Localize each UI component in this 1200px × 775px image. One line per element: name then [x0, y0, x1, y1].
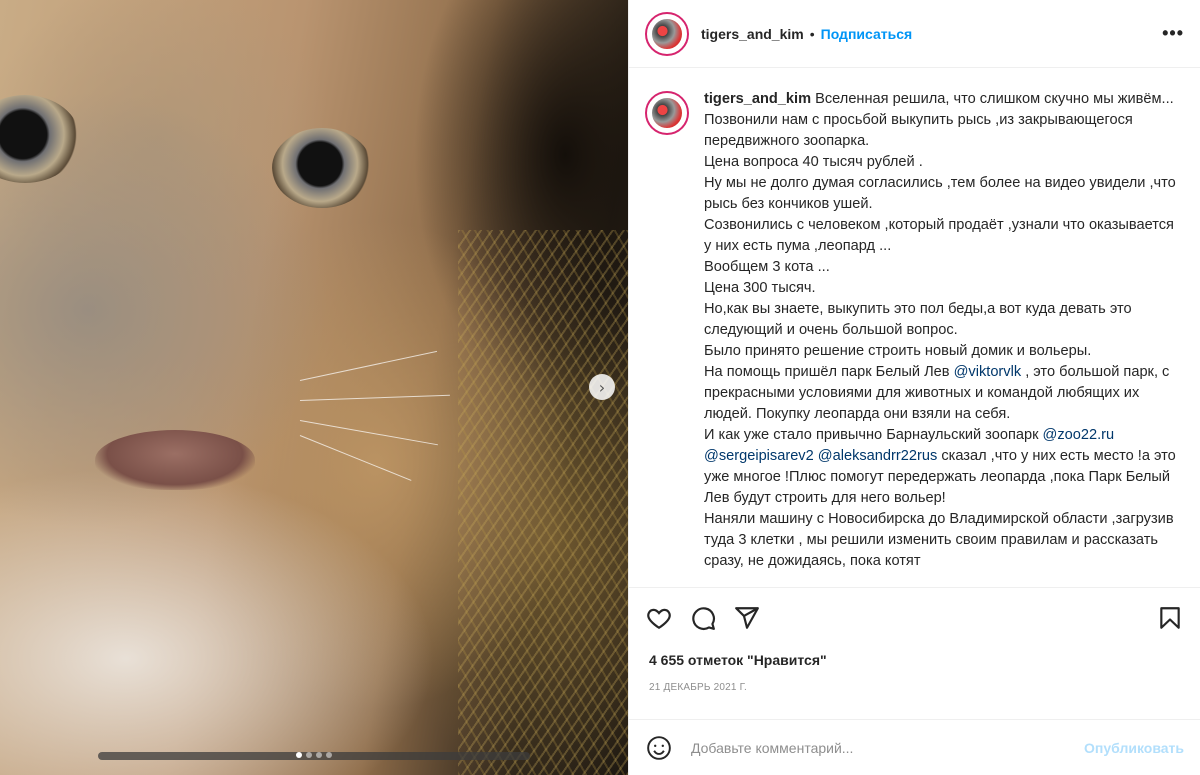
caption-line: Наняли машину с Новосибирска до Владимир…	[704, 511, 1174, 569]
cat-nose	[95, 430, 255, 490]
emoji-button[interactable]	[645, 734, 673, 762]
caption-line: Было принято решение строить новый домик…	[704, 343, 1092, 359]
comment-bar: Опубликовать	[629, 719, 1200, 775]
avatar-image	[650, 96, 684, 130]
mention-link[interactable]: @viktorvlk	[954, 364, 1022, 380]
post-header: tigers_and_kim • Подписаться •••	[629, 0, 1200, 68]
save-button[interactable]	[1156, 604, 1184, 632]
mention-link[interactable]: @zoo22.ru	[1043, 427, 1115, 443]
caption-line: Цена 300 тысяч.	[704, 280, 816, 296]
post-side-panel: tigers_and_kim • Подписаться ••• tigers_…	[628, 0, 1200, 775]
heart-icon	[647, 608, 671, 630]
like-button[interactable]	[645, 604, 673, 632]
carousel-dot	[316, 752, 322, 758]
caption-text-fragment: И как уже стало привычно Барнаульский зо…	[704, 427, 1043, 443]
caption-line: Ну мы не долго думая согласились ,тем бо…	[704, 175, 1176, 212]
post-date[interactable]: 21 декабрь 2021 г.	[629, 682, 1200, 693]
caption-park-line: На помощь пришёл парк Белый Лев @viktorv…	[704, 362, 1184, 425]
bookmark-icon	[1160, 607, 1180, 629]
whisker	[299, 350, 438, 381]
comment-icon	[692, 607, 715, 630]
chevron-right-icon: ›	[598, 377, 606, 397]
caption-avatar[interactable]	[645, 91, 689, 135]
whisker	[299, 394, 450, 401]
avatar[interactable]	[645, 11, 689, 56]
caption-section: tigers_and_kim Вселенная решила, что сли…	[629, 69, 1200, 587]
likes-count[interactable]: 4 655 отметок "Нравится"	[629, 652, 1200, 668]
caption-line: Вообщем 3 кота ...	[704, 259, 830, 275]
publish-button[interactable]: Опубликовать	[1084, 740, 1184, 756]
follow-button[interactable]: Подписаться	[821, 26, 913, 42]
emoji-icon	[647, 735, 671, 760]
comment-button[interactable]	[689, 604, 717, 632]
whisker	[299, 420, 438, 446]
more-options-icon[interactable]: •••	[1162, 23, 1184, 44]
post-actions-area: 4 655 отметок "Нравится" 21 декабрь 2021…	[629, 587, 1200, 693]
post-photo[interactable]: ›	[0, 0, 628, 775]
caption-text-fragment: На помощь пришёл парк Белый Лев	[704, 364, 954, 380]
action-bar	[629, 588, 1200, 648]
whisker	[299, 435, 412, 481]
share-icon	[735, 607, 759, 629]
caption-username[interactable]: tigers_and_kim	[704, 91, 811, 107]
carousel-dot	[326, 752, 332, 758]
header-separator: •	[809, 25, 815, 42]
mention-link[interactable]: @sergeipisarev2	[704, 448, 814, 464]
avatar-image	[650, 16, 684, 51]
mention-link[interactable]: @aleksandrr22rus	[818, 448, 937, 464]
caption-line: Созвонились с человеком ,который продаёт…	[704, 217, 1174, 254]
carousel-dot	[306, 752, 312, 758]
carousel-next-button[interactable]: ›	[589, 374, 615, 400]
author-username[interactable]: tigers_and_kim	[701, 26, 804, 42]
caption-line: Но,как вы знаете, выкупить это пол беды,…	[704, 301, 1132, 338]
caption-first-line: tigers_and_kim Вселенная решила, что сли…	[704, 89, 1184, 110]
share-button[interactable]	[733, 604, 761, 632]
caption-line: Цена вопроса 40 тысяч рублей .	[704, 154, 923, 170]
caption-line: Позвонили нам с просьбой выкупить рысь ,…	[704, 112, 1133, 149]
caption-zoo-line: И как уже стало привычно Барнаульский зо…	[704, 425, 1184, 509]
cat-eye-right	[272, 128, 372, 208]
caption-first-text: Вселенная решила, что слишком скучно мы …	[815, 91, 1174, 107]
comment-input[interactable]	[691, 739, 1085, 756]
carousel-dot	[296, 752, 302, 758]
cat-eye-left	[0, 95, 80, 183]
caption-text: tigers_and_kim Вселенная решила, что сли…	[704, 89, 1184, 587]
carousel-indicator	[296, 752, 332, 758]
hay-texture	[458, 230, 628, 775]
